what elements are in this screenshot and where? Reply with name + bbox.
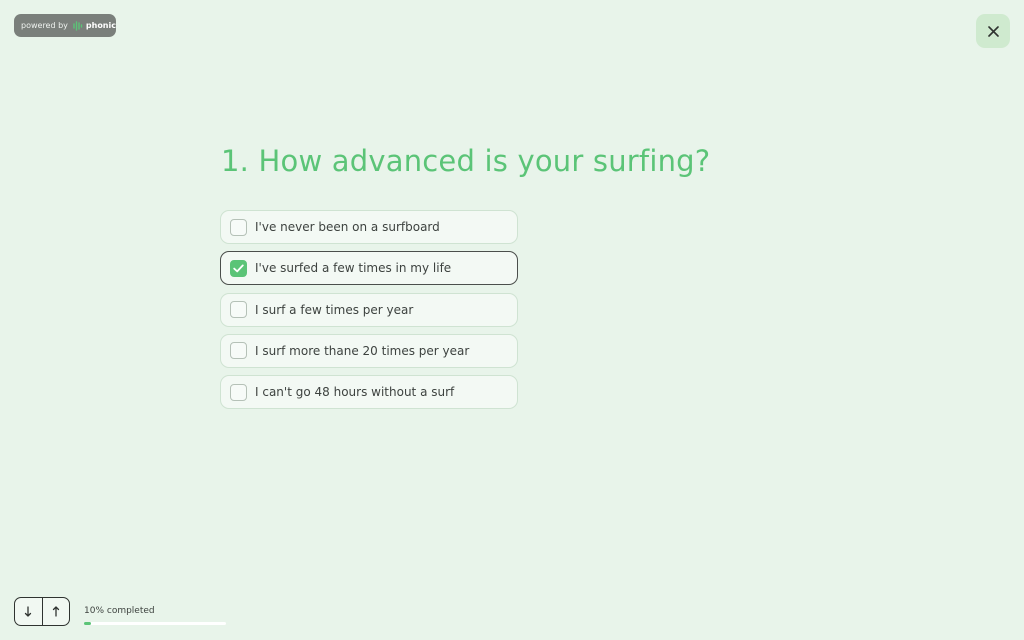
phonic-waveform-icon — [73, 20, 83, 31]
option-label: I can't go 48 hours without a surf — [255, 385, 455, 399]
arrow-up-icon — [52, 602, 60, 621]
checkbox[interactable] — [230, 342, 247, 360]
checkbox[interactable] — [230, 218, 247, 236]
option-label: I surf more thane 20 times per year — [255, 343, 470, 358]
question-text: How advanced is your surfing? — [258, 144, 711, 178]
option-label: I surf a few times per year — [255, 302, 414, 317]
question-title: 1. How advanced is your surfing? — [221, 144, 710, 178]
close-button[interactable] — [976, 14, 1010, 48]
answer-options: I've never been on a surfboard I've surf… — [220, 210, 518, 416]
arrow-down-icon — [24, 602, 32, 621]
answer-option[interactable]: I surf more thane 20 times per year — [220, 333, 518, 368]
progress-label: 10% completed — [84, 606, 155, 616]
question-number: 1. — [221, 144, 250, 178]
checkmark-icon — [233, 264, 244, 273]
checkbox[interactable] — [230, 301, 247, 318]
question-navigation — [14, 597, 70, 626]
answer-option[interactable]: I can't go 48 hours without a surf — [220, 375, 518, 409]
powered-by-text: powered by — [21, 21, 68, 30]
progress-bar — [84, 622, 226, 625]
checkbox-checked[interactable] — [230, 259, 247, 277]
previous-question-button[interactable] — [43, 598, 70, 625]
answer-option-selected[interactable]: I've surfed a few times in my life — [220, 251, 518, 286]
next-question-button[interactable] — [15, 598, 43, 625]
checkbox[interactable] — [230, 383, 247, 401]
brand-name: phonic — [85, 21, 116, 30]
close-icon — [987, 22, 999, 41]
answer-option[interactable]: I've never been on a surfboard — [220, 210, 518, 244]
answer-option[interactable]: I surf a few times per year — [220, 292, 518, 327]
progress-fill — [84, 622, 92, 625]
option-label: I've surfed a few times in my life — [255, 261, 452, 276]
survey-page: powered by phonic 1. How advanced is you… — [0, 0, 1024, 640]
option-label: I've never been on a surfboard — [255, 220, 440, 234]
powered-by-badge[interactable]: powered by phonic — [14, 14, 116, 37]
